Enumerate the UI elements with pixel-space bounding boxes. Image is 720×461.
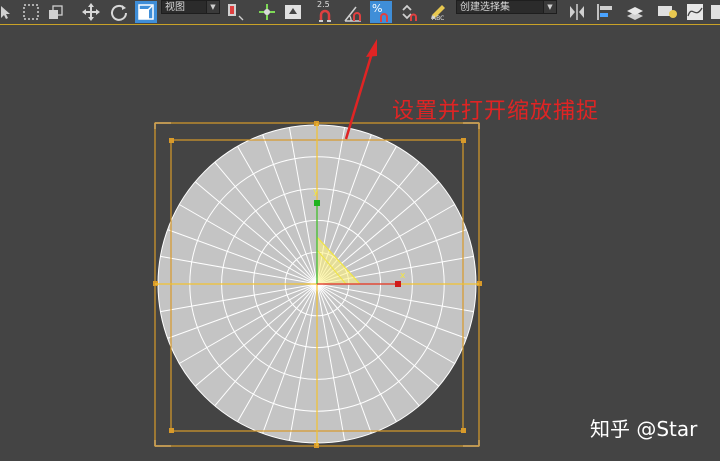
select-manipulate-icon[interactable] — [256, 1, 278, 23]
watermark: 知乎 @Star — [590, 417, 698, 441]
scene-explorer-icon[interactable] — [656, 1, 678, 23]
reference-coordinate-dropdown[interactable]: 视图 ▼ — [161, 0, 220, 14]
select-object-icon[interactable] — [0, 1, 16, 23]
snap-dimension-label: 2.5 — [317, 0, 330, 9]
chevron-down-icon: ▼ — [543, 1, 556, 13]
percent-snap-icon[interactable]: % — [370, 1, 392, 23]
snaps-toggle-icon[interactable]: 2.5 — [314, 0, 336, 23]
schematic-view-icon[interactable] — [708, 1, 720, 23]
window-crossing-icon[interactable] — [44, 1, 66, 23]
select-and-rotate-icon[interactable] — [108, 1, 130, 23]
gizmo-y-handle — [314, 200, 320, 206]
curve-editor-icon[interactable] — [684, 1, 706, 23]
layer-manager-icon[interactable] — [624, 1, 646, 23]
gizmo-x-label: x — [400, 271, 406, 281]
mirror-icon[interactable] — [566, 1, 588, 23]
align-icon[interactable] — [594, 1, 616, 23]
spinner-snap-icon[interactable] — [398, 1, 420, 23]
chevron-down-icon: ▼ — [206, 1, 219, 13]
select-and-move-icon[interactable] — [80, 1, 102, 23]
keyboard-shortcut-override-icon[interactable] — [282, 1, 304, 23]
svg-text:%: % — [372, 2, 382, 15]
top-viewport[interactable]: y x 设置并打开缩放捕捉 知乎 @Star — [0, 25, 720, 457]
annotation-arrow — [344, 39, 377, 140]
abc-label: ABC — [432, 15, 445, 22]
gizmo-x-handle — [395, 281, 401, 287]
reference-coordinate-value: 视图 — [165, 2, 185, 13]
named-selection-sets-value: 创建选择集 — [460, 2, 510, 13]
edit-named-selection-icon[interactable]: ABC — [428, 1, 450, 23]
pivot-center-icon[interactable] — [224, 1, 246, 23]
rectangular-selection-icon[interactable] — [20, 1, 42, 23]
annotation-text: 设置并打开缩放捕捉 — [392, 99, 600, 124]
angle-snap-icon[interactable] — [342, 1, 364, 23]
named-selection-sets-dropdown[interactable]: 创建选择集 ▼ — [456, 0, 557, 14]
main-toolbar: 视图 ▼ 2.5 % ABC 创建选择集 ▼ — [0, 0, 720, 25]
gizmo-y-label: y — [313, 187, 319, 197]
viewport-canvas: y x — [153, 39, 482, 448]
select-and-scale-icon[interactable] — [135, 1, 157, 23]
